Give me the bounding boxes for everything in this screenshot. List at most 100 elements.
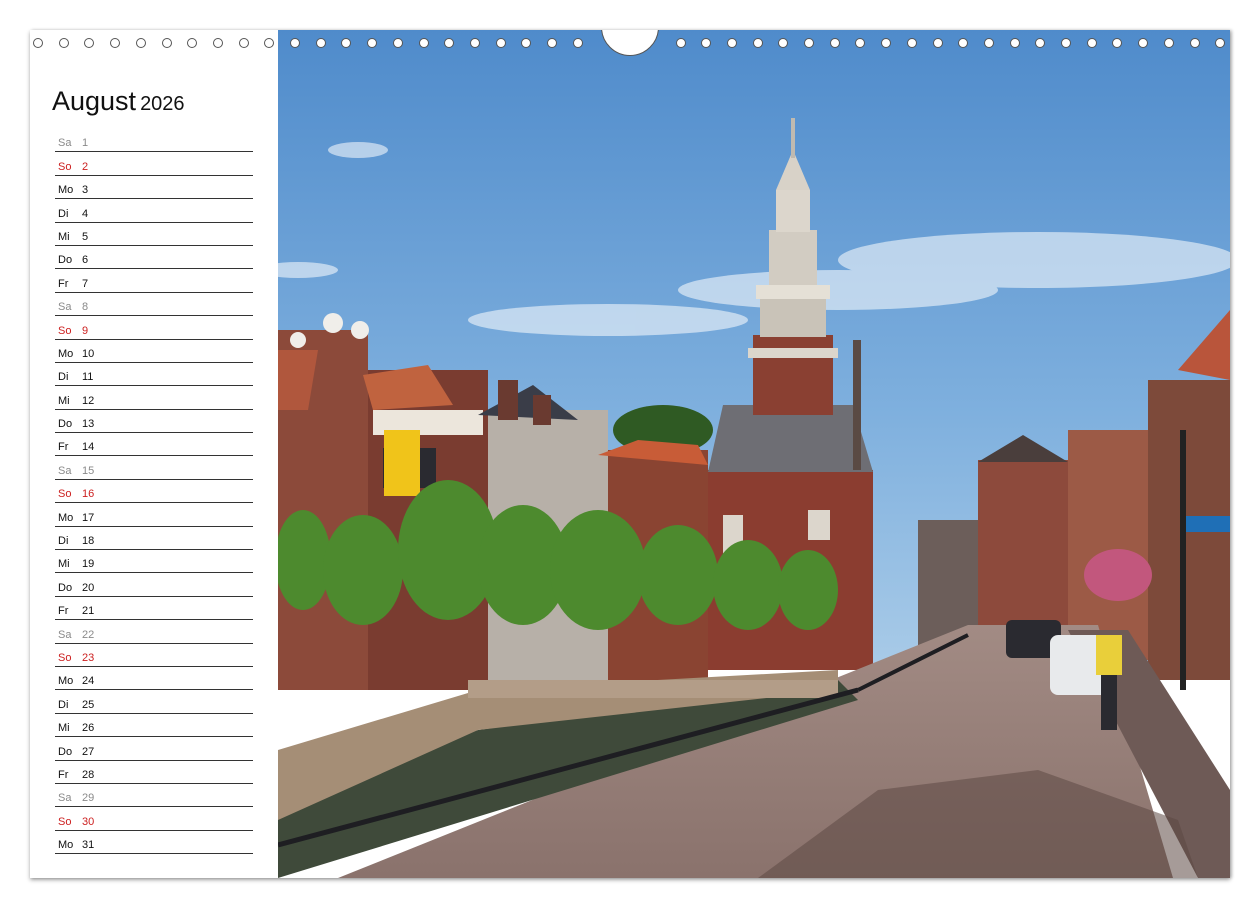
day-row: Sa 29 (55, 784, 253, 808)
binding-hole (84, 38, 95, 48)
binding-hole (495, 38, 506, 48)
weekday-label: Mi (58, 230, 70, 243)
binding-hole (1009, 38, 1020, 48)
binding-hole (726, 38, 737, 48)
weekday-label: So (58, 815, 72, 828)
binding-hole (135, 38, 146, 48)
weekday-label: Do (58, 581, 73, 594)
day-number: 10 (82, 347, 95, 360)
binding-hole (804, 38, 814, 48)
weekday-label: Di (58, 371, 69, 384)
binding-hole (1138, 38, 1149, 48)
day-row: Mo 31 (55, 831, 253, 855)
weekday-label: Sa (58, 301, 72, 314)
street-lamp (1180, 430, 1186, 690)
weekday-label: Fr (58, 768, 69, 781)
day-number: 26 (82, 722, 95, 735)
day-number: 25 (82, 698, 95, 711)
binding-hole (1215, 38, 1226, 48)
binding-hole (238, 38, 249, 48)
day-number: 23 (82, 651, 95, 664)
day-row: Mo 24 (55, 667, 253, 691)
day-row: Mi 12 (55, 386, 253, 410)
weekday-label: So (58, 324, 72, 337)
day-row: Fr 28 (55, 761, 253, 784)
binding-hole (264, 38, 275, 48)
day-number: 18 (82, 535, 95, 548)
day-row: Fr 7 (55, 269, 253, 293)
weekday-label: Mo (58, 839, 74, 852)
binding-hole (367, 38, 378, 48)
weekday-label: Fr (58, 277, 69, 290)
binding-hole (855, 38, 866, 48)
day-row: Do 13 (55, 410, 253, 434)
day-number: 21 (82, 605, 95, 618)
day-row: Mi 26 (55, 714, 253, 738)
binding-hole (1086, 38, 1097, 48)
weekday-label: Do (58, 254, 73, 267)
weekday-label: Mo (58, 675, 74, 688)
binding-hole (33, 38, 43, 48)
day-row: Fr 14 (55, 433, 253, 457)
day-row: Di 11 (55, 363, 253, 387)
binding-hole (110, 38, 121, 48)
binding-hole (341, 38, 352, 48)
day-number: 27 (82, 745, 95, 758)
day-number: 16 (82, 488, 95, 501)
weekday-label: Do (58, 745, 73, 758)
binding-hole (1035, 38, 1046, 48)
weekday-label: Mi (58, 722, 70, 735)
day-number: 4 (82, 207, 89, 220)
weekday-label: Mo (58, 511, 74, 524)
day-row: Do 20 (55, 573, 253, 597)
weekday-label: Mi (58, 558, 70, 571)
day-number: 22 (82, 628, 95, 641)
day-row: Mo 10 (55, 340, 253, 363)
binding-hole (983, 38, 994, 48)
day-number: 24 (82, 675, 95, 688)
binding-hole (932, 38, 943, 48)
day-number: 1 (82, 137, 89, 150)
binding-hole (958, 38, 969, 48)
day-number: 11 (82, 371, 94, 384)
day-row: So 16 (55, 480, 253, 504)
binding-hole (1061, 38, 1071, 48)
weekday-label: Di (58, 207, 69, 220)
day-row: Do 6 (55, 246, 253, 270)
weekday-label: Sa (58, 628, 72, 641)
day-number: 17 (82, 511, 95, 524)
weekday-label: Fr (58, 605, 69, 618)
day-number: 8 (82, 301, 89, 314)
binding-hole (1163, 38, 1174, 48)
binding-hole (881, 38, 892, 48)
day-number: 28 (82, 768, 95, 781)
binding-hole (906, 38, 917, 48)
day-number: 14 (82, 441, 95, 454)
binding-hole (547, 38, 557, 48)
day-number: 19 (82, 558, 95, 571)
day-row: Sa 22 (55, 620, 253, 644)
day-row: Mo 17 (55, 503, 253, 527)
weekday-label: Sa (58, 137, 72, 150)
binding-hole (290, 38, 300, 48)
binding-hole (418, 38, 429, 48)
binding-hole (572, 38, 583, 48)
binding-hole (392, 38, 403, 48)
day-number: 9 (82, 324, 89, 337)
binding-hole (675, 38, 686, 48)
binding-hole (161, 38, 172, 48)
month-name: August (52, 86, 137, 116)
day-row: Mi 5 (55, 223, 253, 246)
binding-hole (58, 38, 69, 48)
binding-hole (315, 38, 326, 48)
weekday-label: Do (58, 418, 73, 431)
day-number: 31 (82, 839, 95, 852)
weekday-label: Sa (58, 792, 72, 805)
calendar-photo (278, 30, 1230, 878)
weekday-label: Sa (58, 464, 72, 477)
month-title: August 2026 (52, 86, 185, 117)
day-number: 13 (82, 418, 95, 431)
weekday-label: Di (58, 535, 69, 548)
binding-hole (778, 38, 789, 48)
day-row: So 9 (55, 316, 253, 340)
